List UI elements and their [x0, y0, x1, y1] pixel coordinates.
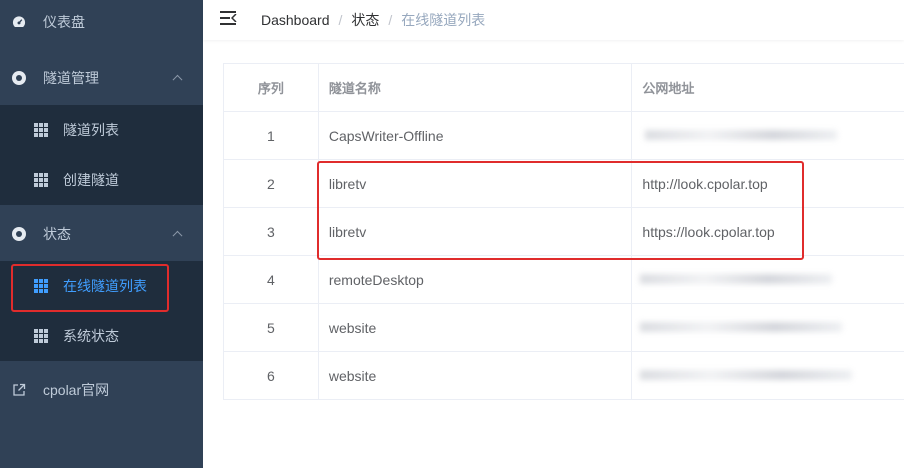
cell-index: 3: [224, 208, 319, 255]
dashboard-icon: [12, 15, 26, 29]
chevron-up-icon: [172, 230, 183, 241]
sidebar-item-create-tunnel[interactable]: 创建隧道: [0, 155, 203, 205]
cell-name: website: [319, 304, 633, 351]
submenu-tunnel-management: 隧道列表 创建隧道: [0, 105, 203, 205]
sidebar-item-tunnel-list[interactable]: 隧道列表: [0, 105, 203, 155]
cell-index: 2: [224, 160, 319, 207]
redaction-blur: [640, 370, 852, 380]
breadcrumb-home[interactable]: Dashboard: [261, 12, 330, 28]
column-header-url: 公网地址: [642, 81, 695, 96]
annotation-highlight-box: [317, 161, 804, 260]
sidebar-item-tunnel-list-label: 隧道列表: [63, 122, 119, 138]
cell-index: 6: [224, 352, 319, 399]
table-header-row: 序列 隧道名称 公网地址: [224, 64, 904, 112]
breadcrumb-current: 在线隧道列表: [401, 12, 486, 28]
grid-icon: [34, 173, 48, 187]
cell-index: 5: [224, 304, 319, 351]
cell-name: remoteDesktop: [319, 256, 633, 303]
grid-icon: [34, 329, 48, 343]
menu-cpolar-site[interactable]: cpolar官网: [0, 364, 203, 416]
menu-dashboard-label: 仪表盘: [43, 13, 85, 30]
sidebar-item-system-status-label: 系统状态: [63, 328, 119, 344]
menu-status[interactable]: 状态: [0, 208, 203, 260]
column-header-index: 序列: [224, 64, 319, 111]
menu-tunnel-management[interactable]: 隧道管理: [0, 52, 203, 104]
external-link-icon: [12, 383, 26, 397]
breadcrumb-parent: 状态: [351, 12, 380, 28]
cell-name: website: [319, 352, 633, 399]
compass-icon: [12, 71, 26, 85]
menu-tunnel-management-label: 隧道管理: [43, 70, 99, 86]
compass-icon: [12, 227, 26, 241]
sidebar: 仪表盘 隧道管理 隧道列表 创建隧道 状态 在线隧道列表 系统状态 cpolar…: [0, 0, 203, 468]
grid-icon: [34, 123, 48, 137]
annotation-highlight-box: [11, 264, 169, 312]
redaction-blur: [640, 322, 842, 332]
sidebar-item-system-status[interactable]: 系统状态: [0, 311, 203, 361]
breadcrumb-separator: /: [338, 12, 343, 28]
menu-dashboard[interactable]: 仪表盘: [0, 0, 203, 43]
navbar: Dashboard / 状态 / 在线隧道列表: [203, 0, 904, 40]
redaction-blur: [645, 130, 837, 140]
redaction-blur: [640, 274, 832, 284]
menu-status-label: 状态: [43, 226, 71, 242]
breadcrumb-separator: /: [388, 12, 393, 28]
cell-index: 1: [224, 112, 319, 159]
breadcrumb: Dashboard / 状态 / 在线隧道列表: [261, 10, 485, 30]
cell-index: 4: [224, 256, 319, 303]
sidebar-item-create-tunnel-label: 创建隧道: [63, 172, 119, 188]
hamburger-icon[interactable]: [220, 11, 237, 25]
menu-cpolar-site-label: cpolar官网: [43, 382, 110, 398]
chevron-up-icon: [172, 74, 183, 85]
cell-name: CapsWriter-Offline: [319, 112, 633, 159]
column-header-name: 隧道名称: [319, 64, 633, 111]
